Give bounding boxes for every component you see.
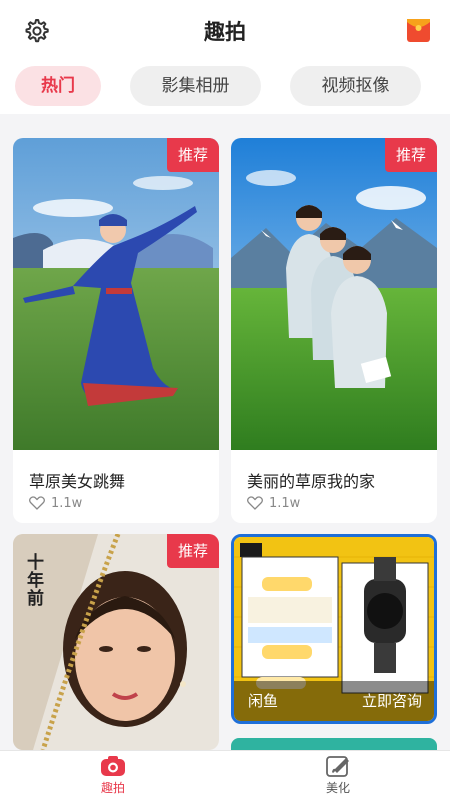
template-card[interactable]: 推荐 美丽的草原我的家 1.1w: [231, 138, 437, 523]
nav-item-beautify[interactable]: 美化: [298, 754, 378, 796]
template-card[interactable]: 闲鱼 立即咨询: [231, 534, 437, 724]
nav-label: 趣拍: [100, 781, 125, 795]
recommend-badge: 推荐: [385, 138, 437, 172]
card-image-grassland-home: [231, 138, 437, 450]
image-caption-ten-years-ago: 十年前: [27, 553, 44, 609]
like-count-text: 1.1w: [269, 495, 301, 511]
tab-video-matting[interactable]: 视频抠像: [290, 66, 421, 106]
category-tabs: 热门 影集相册 视频抠像: [0, 62, 450, 114]
template-card-partial: [231, 738, 437, 750]
brush-icon: [326, 756, 349, 777]
page-title: 趣拍: [204, 20, 246, 44]
card-title: 草原美女跳舞: [29, 472, 126, 491]
app-header: 趣拍: [0, 0, 450, 62]
nav-item-quipai[interactable]: 趣拍: [73, 754, 153, 796]
like-count[interactable]: 1.1w: [29, 495, 82, 511]
nav-label: 美化: [325, 781, 350, 795]
heart-icon: [29, 496, 45, 510]
heart-icon: [247, 496, 263, 510]
consult-now-button[interactable]: 立即咨询: [362, 690, 422, 711]
bottom-navigation: 趣拍 美化: [0, 750, 450, 800]
like-count-text: 1.1w: [51, 495, 83, 511]
xianyu-label: 闲鱼: [248, 692, 279, 710]
tab-photo-album[interactable]: 影集相册: [130, 66, 261, 106]
recommend-badge: 推荐: [167, 138, 219, 172]
card-action-bar: 闲鱼 立即咨询: [234, 681, 434, 721]
card-title: 美丽的草原我的家: [247, 472, 376, 491]
template-card[interactable]: 推荐 草原美女跳舞 1.1w: [13, 138, 219, 523]
template-card[interactable]: 十年前 推荐: [13, 534, 219, 750]
recommend-badge: 推荐: [167, 534, 219, 568]
tab-hot[interactable]: 热门: [15, 66, 101, 106]
camera-icon: [101, 756, 125, 776]
red-envelope-icon[interactable]: [406, 18, 431, 43]
like-count[interactable]: 1.1w: [247, 495, 300, 511]
card-image-grassland-dancer: [13, 138, 219, 450]
